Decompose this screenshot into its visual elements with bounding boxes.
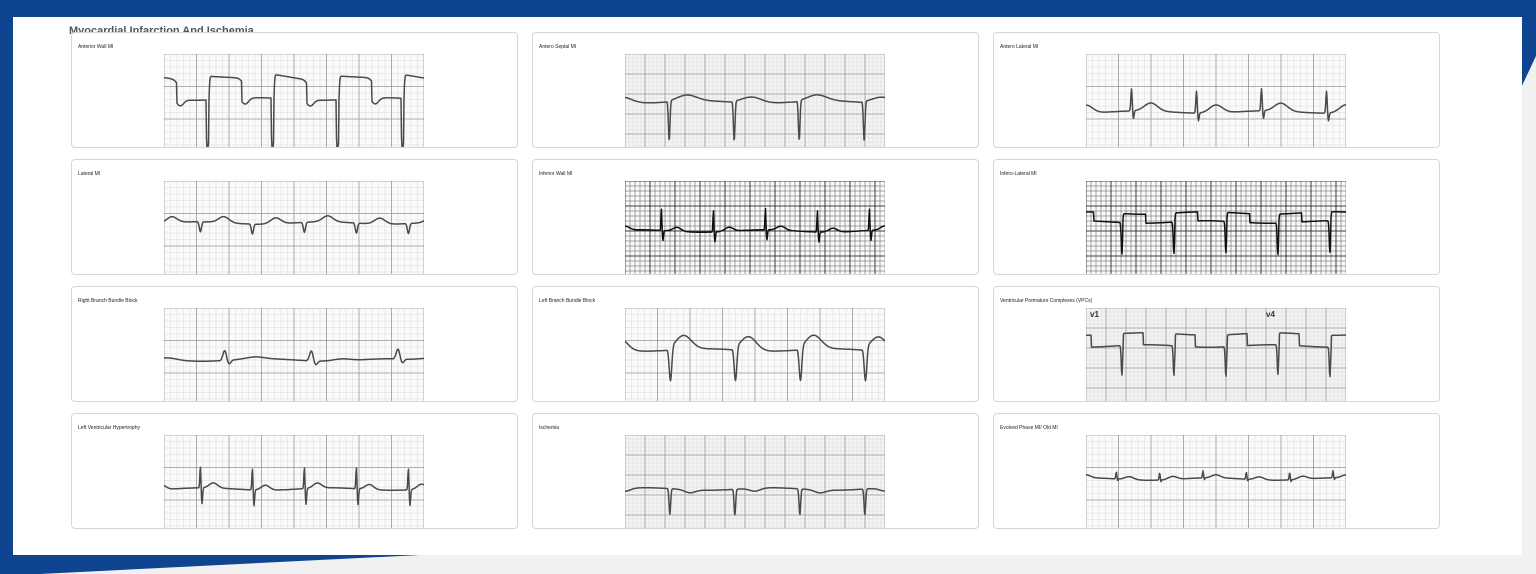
ecg-card-label: Evolved Phase MI/ Old MI: [1000, 425, 1058, 431]
ecg-strip-image: [625, 54, 885, 147]
ecg-card-label: Antero Lateral MI: [1000, 44, 1039, 50]
ecg-strip-image: [625, 181, 885, 274]
ecg-strip-image: [1086, 435, 1346, 528]
ecg-card-label: Antero Septal MI: [539, 44, 577, 50]
ecg-strip-image: [164, 435, 424, 528]
ecg-card[interactable]: Infero-Lateral MI: [993, 159, 1440, 275]
ecg-card[interactable]: Antero Septal MI: [532, 32, 979, 148]
ecg-strip-image: [625, 308, 885, 401]
ecg-strip-image: [1086, 181, 1346, 274]
ecg-strip-image: [164, 181, 424, 274]
ecg-card[interactable]: Left Branch Bundle Block: [532, 286, 979, 402]
ecg-card-grid: Anterior Wall MI Antero Septal MI Antero L…: [71, 32, 1440, 529]
ecg-card-label: Inferior Wall MI: [539, 171, 573, 177]
ecg-card-label: Lateral MI: [78, 171, 101, 177]
ecg-strip-image: v1 v4: [1086, 308, 1346, 401]
ecg-card-label: Left Ventricular Hypertrophy: [78, 425, 140, 431]
ecg-card[interactable]: Left Ventricular Hypertrophy: [71, 413, 518, 529]
ecg-card-label: Left Branch Bundle Block: [539, 298, 596, 304]
ecg-card-label: Right Branch Bundle Block: [78, 298, 138, 304]
ecg-card[interactable]: Anterior Wall MI: [71, 32, 518, 148]
ecg-strip-image: [164, 54, 424, 147]
ecg-lead-mark: v1: [1090, 310, 1099, 319]
ecg-lead-mark: v4: [1266, 310, 1275, 319]
ecg-card[interactable]: Inferior Wall MI: [532, 159, 979, 275]
ecg-card-label: Ischemia: [539, 425, 560, 431]
ecg-card-label: Anterior Wall MI: [78, 44, 114, 50]
ecg-card[interactable]: Lateral MI: [71, 159, 518, 275]
ecg-strip-image: [625, 435, 885, 528]
ecg-card-label: Infero-Lateral MI: [1000, 171, 1037, 177]
ecg-strip-image: [164, 308, 424, 401]
ecg-card[interactable]: Ischemia: [532, 413, 979, 529]
ecg-card-label: Ventricular Premature Complexes (VPCs): [1000, 298, 1093, 304]
ecg-card[interactable]: Right Branch Bundle Block: [71, 286, 518, 402]
ecg-strip-image: [1086, 54, 1346, 147]
ecg-card[interactable]: Ventricular Premature Complexes (VPCs) v1…: [993, 286, 1440, 402]
ecg-card[interactable]: Evolved Phase MI/ Old MI: [993, 413, 1440, 529]
ecg-card[interactable]: Antero Lateral MI: [993, 32, 1440, 148]
